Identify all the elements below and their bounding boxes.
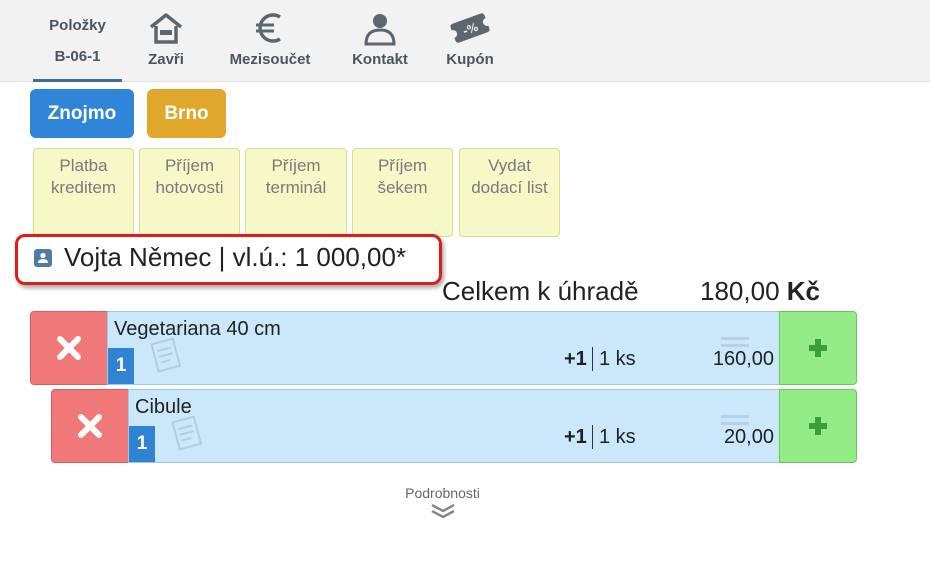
item-name: Vegetariana 40 cm [114, 318, 281, 340]
separator [592, 347, 593, 371]
tab-polozky[interactable]: Položky B-06-1 [33, 0, 122, 82]
customer-info[interactable]: Vojta Němec | vl.ú.: 1 000,00* [15, 234, 442, 285]
item-price: 160,00 [712, 348, 774, 370]
tab-kontakt[interactable]: Kontakt [344, 0, 416, 82]
tab-mezisoucet-label: Mezisoučet [229, 51, 311, 68]
tab-polozky-table-code: B-06-1 [54, 48, 101, 65]
tab-polozky-label: Položky [49, 17, 106, 34]
delete-icon [57, 336, 81, 360]
customer-name-balance: Vojta Němec | vl.ú.: 1 000,00* [64, 242, 407, 272]
tab-zavri-label: Zavři [148, 51, 184, 68]
payment-button-terminal[interactable]: Příjem terminál [245, 148, 347, 237]
payment-label-line1: Platba [59, 156, 108, 175]
branch-button-znojmo[interactable]: Znojmo [30, 89, 134, 138]
user-icon [364, 14, 396, 46]
payment-label-line2: šekem [377, 178, 428, 197]
total-value: 180,00 [700, 276, 780, 306]
item-unit-quantity: 1 ks [599, 348, 636, 370]
increment-button[interactable]: +1 [564, 426, 587, 449]
double-chevron-down-icon[interactable] [430, 503, 456, 519]
branch-button-brno[interactable]: Brno [147, 89, 226, 138]
payment-label-line1: Příjem [271, 156, 321, 175]
increment-button[interactable]: +1 [564, 348, 587, 371]
tab-mezisoucet[interactable]: Mezisoučet [220, 0, 320, 82]
item-quantity-badge: 1 [108, 348, 134, 384]
separator [592, 425, 593, 449]
details-toggle-label[interactable]: Podrobnosti [0, 485, 885, 501]
delete-item-button[interactable] [30, 311, 108, 385]
tab-kupon[interactable]: -% Kupón [436, 0, 504, 82]
delete-item-button[interactable] [51, 389, 129, 463]
payment-button-credit[interactable]: Platba kreditem [33, 148, 134, 237]
total-amount: 180,00 Kč [700, 276, 820, 307]
payment-label-line2: terminál [265, 178, 327, 197]
top-navigation: Položky B-06-1 Zavři Mezisoučet Kontakt [0, 0, 930, 82]
note-icon[interactable] [146, 336, 186, 376]
order-item-row[interactable]: Cibule 1 +1 1 ks 20,00 [128, 389, 780, 463]
payment-label-line2: kreditem [50, 178, 117, 197]
home-icon [149, 13, 183, 44]
tab-kontakt-label: Kontakt [352, 51, 408, 68]
coupon-icon: -% [450, 13, 490, 43]
item-unit-quantity: 1 ks [599, 426, 636, 448]
payment-button-cheque[interactable]: Příjem šekem [352, 148, 453, 237]
order-item-row[interactable]: Vegetariana 40 cm 1 +1 1 ks 160,00 [107, 311, 780, 385]
payment-label-line1: Příjem [164, 156, 215, 175]
payment-label-line2: dodací list [471, 178, 548, 197]
customer-card-icon [34, 249, 52, 267]
tab-zavri[interactable]: Zavři [130, 0, 202, 82]
tab-kupon-label: Kupón [446, 51, 494, 68]
total-label: Celkem k úhradě [442, 276, 639, 306]
item-quantity-badge: 1 [129, 426, 155, 462]
add-item-button[interactable] [779, 311, 857, 385]
euro-icon [256, 13, 281, 43]
note-icon[interactable] [167, 414, 207, 454]
payment-label-line1: Vydat [488, 156, 531, 175]
payment-button-delivery-note[interactable]: Vydat dodací list [459, 148, 560, 237]
delete-icon [78, 414, 102, 438]
payment-label-line2: hotovosti [155, 178, 224, 197]
payment-label-line1: Příjem [377, 156, 428, 175]
total-currency: Kč [786, 276, 821, 306]
plus-icon [809, 339, 827, 357]
active-tab-indicator [33, 79, 122, 82]
plus-icon [809, 417, 827, 435]
item-price: 20,00 [723, 426, 774, 448]
add-item-button[interactable] [779, 389, 857, 463]
payment-button-cash[interactable]: Příjem hotovosti [139, 148, 240, 237]
